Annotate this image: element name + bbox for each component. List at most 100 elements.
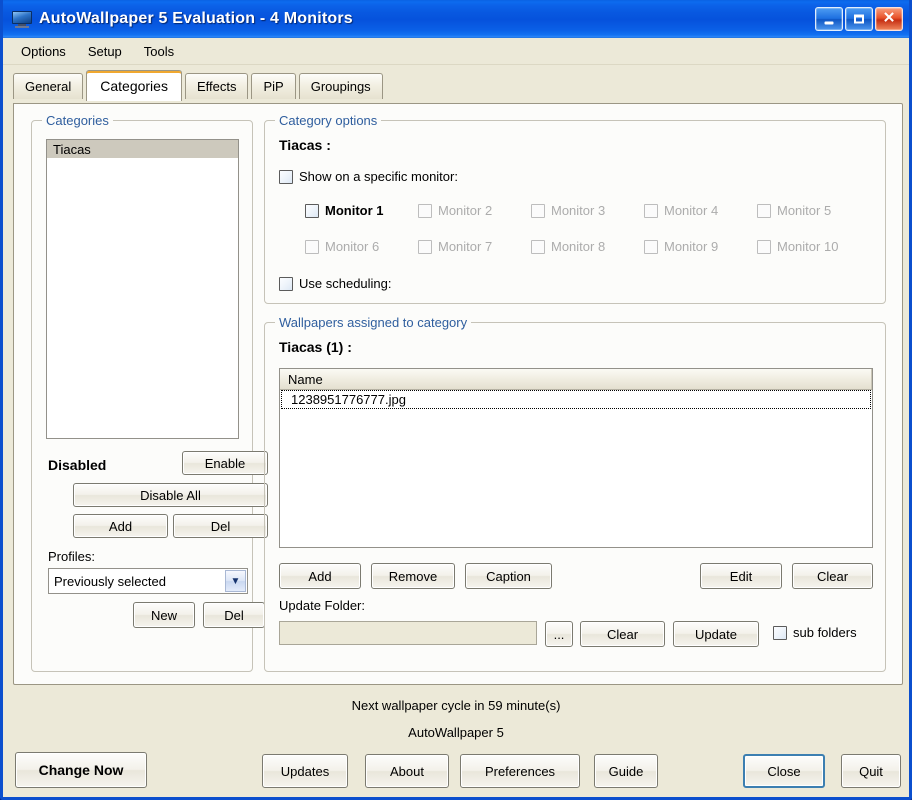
monitor-icon [12, 10, 32, 28]
maximize-button[interactable] [845, 7, 873, 31]
tab-general[interactable]: General [13, 73, 84, 99]
monitor-1-checkbox[interactable]: Monitor 1 [305, 203, 418, 218]
monitor-7-label: Monitor 7 [438, 239, 493, 254]
checkbox-icon [773, 625, 787, 640]
window-controls: ✕ [815, 7, 905, 31]
chevron-down-icon[interactable]: ▼ [225, 570, 246, 592]
close-window-button[interactable]: ✕ [875, 7, 903, 31]
checkbox-icon [644, 203, 658, 218]
add-category-button[interactable]: Add [73, 514, 168, 538]
list-item[interactable]: Tiacas [47, 140, 238, 158]
show-on-specific-monitor-checkbox[interactable]: Show on a specific monitor: [279, 169, 458, 184]
profiles-select[interactable]: Previously selected ▼ [48, 568, 248, 594]
menu-item-setup[interactable]: Setup [78, 41, 132, 62]
update-folder-button[interactable]: Update [673, 621, 759, 647]
menu-bar: Options Setup Tools [3, 38, 909, 65]
categories-group: Categories Tiacas Disabled Enable Disabl… [31, 113, 268, 672]
disable-all-button[interactable]: Disable All [73, 483, 268, 507]
use-scheduling-label: Use scheduling: [299, 276, 392, 291]
window-title: AutoWallpaper 5 Evaluation - 4 Monitors [39, 10, 353, 27]
monitor-1-label: Monitor 1 [325, 203, 384, 218]
bottom-button-bar: Change Now Updates About Preferences Gui… [3, 748, 909, 794]
monitor-4-checkbox: Monitor 4 [644, 203, 757, 218]
monitor-6-label: Monitor 6 [325, 239, 380, 254]
tab-categories[interactable]: Categories [86, 70, 182, 101]
delete-category-button[interactable]: Del [173, 514, 268, 538]
checkbox-icon [418, 203, 432, 218]
monitor-4-label: Monitor 4 [664, 203, 719, 218]
tab-strip: General Categories Effects PiP Groupings [3, 65, 909, 101]
sub-folders-checkbox[interactable]: sub folders [773, 625, 857, 640]
app-name-text: AutoWallpaper 5 [408, 725, 504, 740]
monitor-9-label: Monitor 9 [664, 239, 719, 254]
wallpapers-listview[interactable]: Name 1238951776777.jpg [279, 368, 873, 548]
table-row[interactable]: 1238951776777.jpg [281, 390, 871, 409]
menu-item-options[interactable]: Options [11, 41, 76, 62]
tab-groupings[interactable]: Groupings [298, 73, 383, 99]
menu-item-tools[interactable]: Tools [134, 41, 184, 62]
clear-folder-button[interactable]: Clear [580, 621, 665, 647]
categories-group-label: Categories [42, 113, 113, 128]
clear-wallpapers-button[interactable]: Clear [792, 563, 873, 589]
close-button[interactable]: Close [743, 754, 825, 788]
sub-folders-label: sub folders [793, 625, 857, 640]
listview-header: Name [280, 369, 872, 390]
monitor-row-1: Monitor 1 Monitor 2 Monitor 3 Monitor 4 … [305, 203, 870, 218]
checkbox-icon [757, 203, 771, 218]
monitor-3-checkbox: Monitor 3 [531, 203, 644, 218]
checkbox-icon [531, 203, 545, 218]
checkbox-icon [305, 239, 319, 254]
guide-button[interactable]: Guide [594, 754, 658, 788]
monitor-5-label: Monitor 5 [777, 203, 832, 218]
checkbox-icon [418, 239, 432, 254]
monitor-10-label: Monitor 10 [777, 239, 839, 254]
change-now-button[interactable]: Change Now [15, 752, 147, 788]
monitor-8-checkbox: Monitor 8 [531, 239, 644, 254]
title-bar: AutoWallpaper 5 Evaluation - 4 Monitors … [3, 0, 909, 38]
enable-button[interactable]: Enable [182, 451, 268, 475]
monitor-5-checkbox: Monitor 5 [757, 203, 870, 218]
monitor-3-label: Monitor 3 [551, 203, 606, 218]
minimize-button[interactable] [815, 7, 843, 31]
monitor-row-2: Monitor 6 Monitor 7 Monitor 8 Monitor 9 … [305, 239, 870, 254]
caption-button[interactable]: Caption [465, 563, 552, 589]
category-options-group: Category options Tiacas : Show on a spec… [264, 113, 886, 304]
update-folder-input[interactable] [279, 621, 537, 645]
about-button[interactable]: About [365, 754, 449, 788]
quit-button[interactable]: Quit [841, 754, 901, 788]
cycle-status-text: Next wallpaper cycle in 59 minute(s) [351, 698, 561, 713]
monitor-9-checkbox: Monitor 9 [644, 239, 757, 254]
checkbox-icon [531, 239, 545, 254]
wallpapers-title: Tiacas (1) : [279, 339, 352, 355]
delete-profile-button[interactable]: Del [203, 602, 265, 628]
update-folder-label: Update Folder: [279, 598, 365, 613]
monitor-6-checkbox: Monitor 6 [305, 239, 418, 254]
edit-wallpaper-button[interactable]: Edit [700, 563, 782, 589]
monitor-2-checkbox: Monitor 2 [418, 203, 531, 218]
new-profile-button[interactable]: New [133, 602, 195, 628]
tab-effects[interactable]: Effects [184, 73, 249, 99]
column-header-name[interactable]: Name [280, 369, 872, 389]
browse-folder-button[interactable]: ... [545, 621, 573, 647]
add-wallpaper-button[interactable]: Add [279, 563, 361, 589]
show-on-specific-monitor-label: Show on a specific monitor: [299, 169, 458, 184]
tab-pip[interactable]: PiP [251, 73, 296, 99]
wallpapers-group-label: Wallpapers assigned to category [275, 315, 472, 330]
category-options-title: Tiacas : [279, 137, 331, 153]
remove-wallpaper-button[interactable]: Remove [371, 563, 455, 589]
preferences-button[interactable]: Preferences [460, 754, 580, 788]
monitor-7-checkbox: Monitor 7 [418, 239, 531, 254]
wallpaper-file-name: 1238951776777.jpg [291, 392, 406, 407]
checkbox-icon [644, 239, 658, 254]
checkbox-icon [305, 203, 319, 218]
checkbox-icon [279, 276, 293, 291]
wallpapers-group: Wallpapers assigned to category Tiacas (… [264, 315, 886, 672]
use-scheduling-checkbox[interactable]: Use scheduling: [279, 276, 392, 291]
tab-page-categories: Categories Tiacas Disabled Enable Disabl… [13, 103, 903, 685]
profiles-label: Profiles: [48, 549, 95, 564]
category-options-group-label: Category options [275, 113, 382, 128]
updates-button[interactable]: Updates [262, 754, 348, 788]
category-status-label: Disabled [48, 457, 107, 473]
categories-listbox[interactable]: Tiacas [46, 139, 239, 439]
checkbox-icon [279, 169, 293, 184]
